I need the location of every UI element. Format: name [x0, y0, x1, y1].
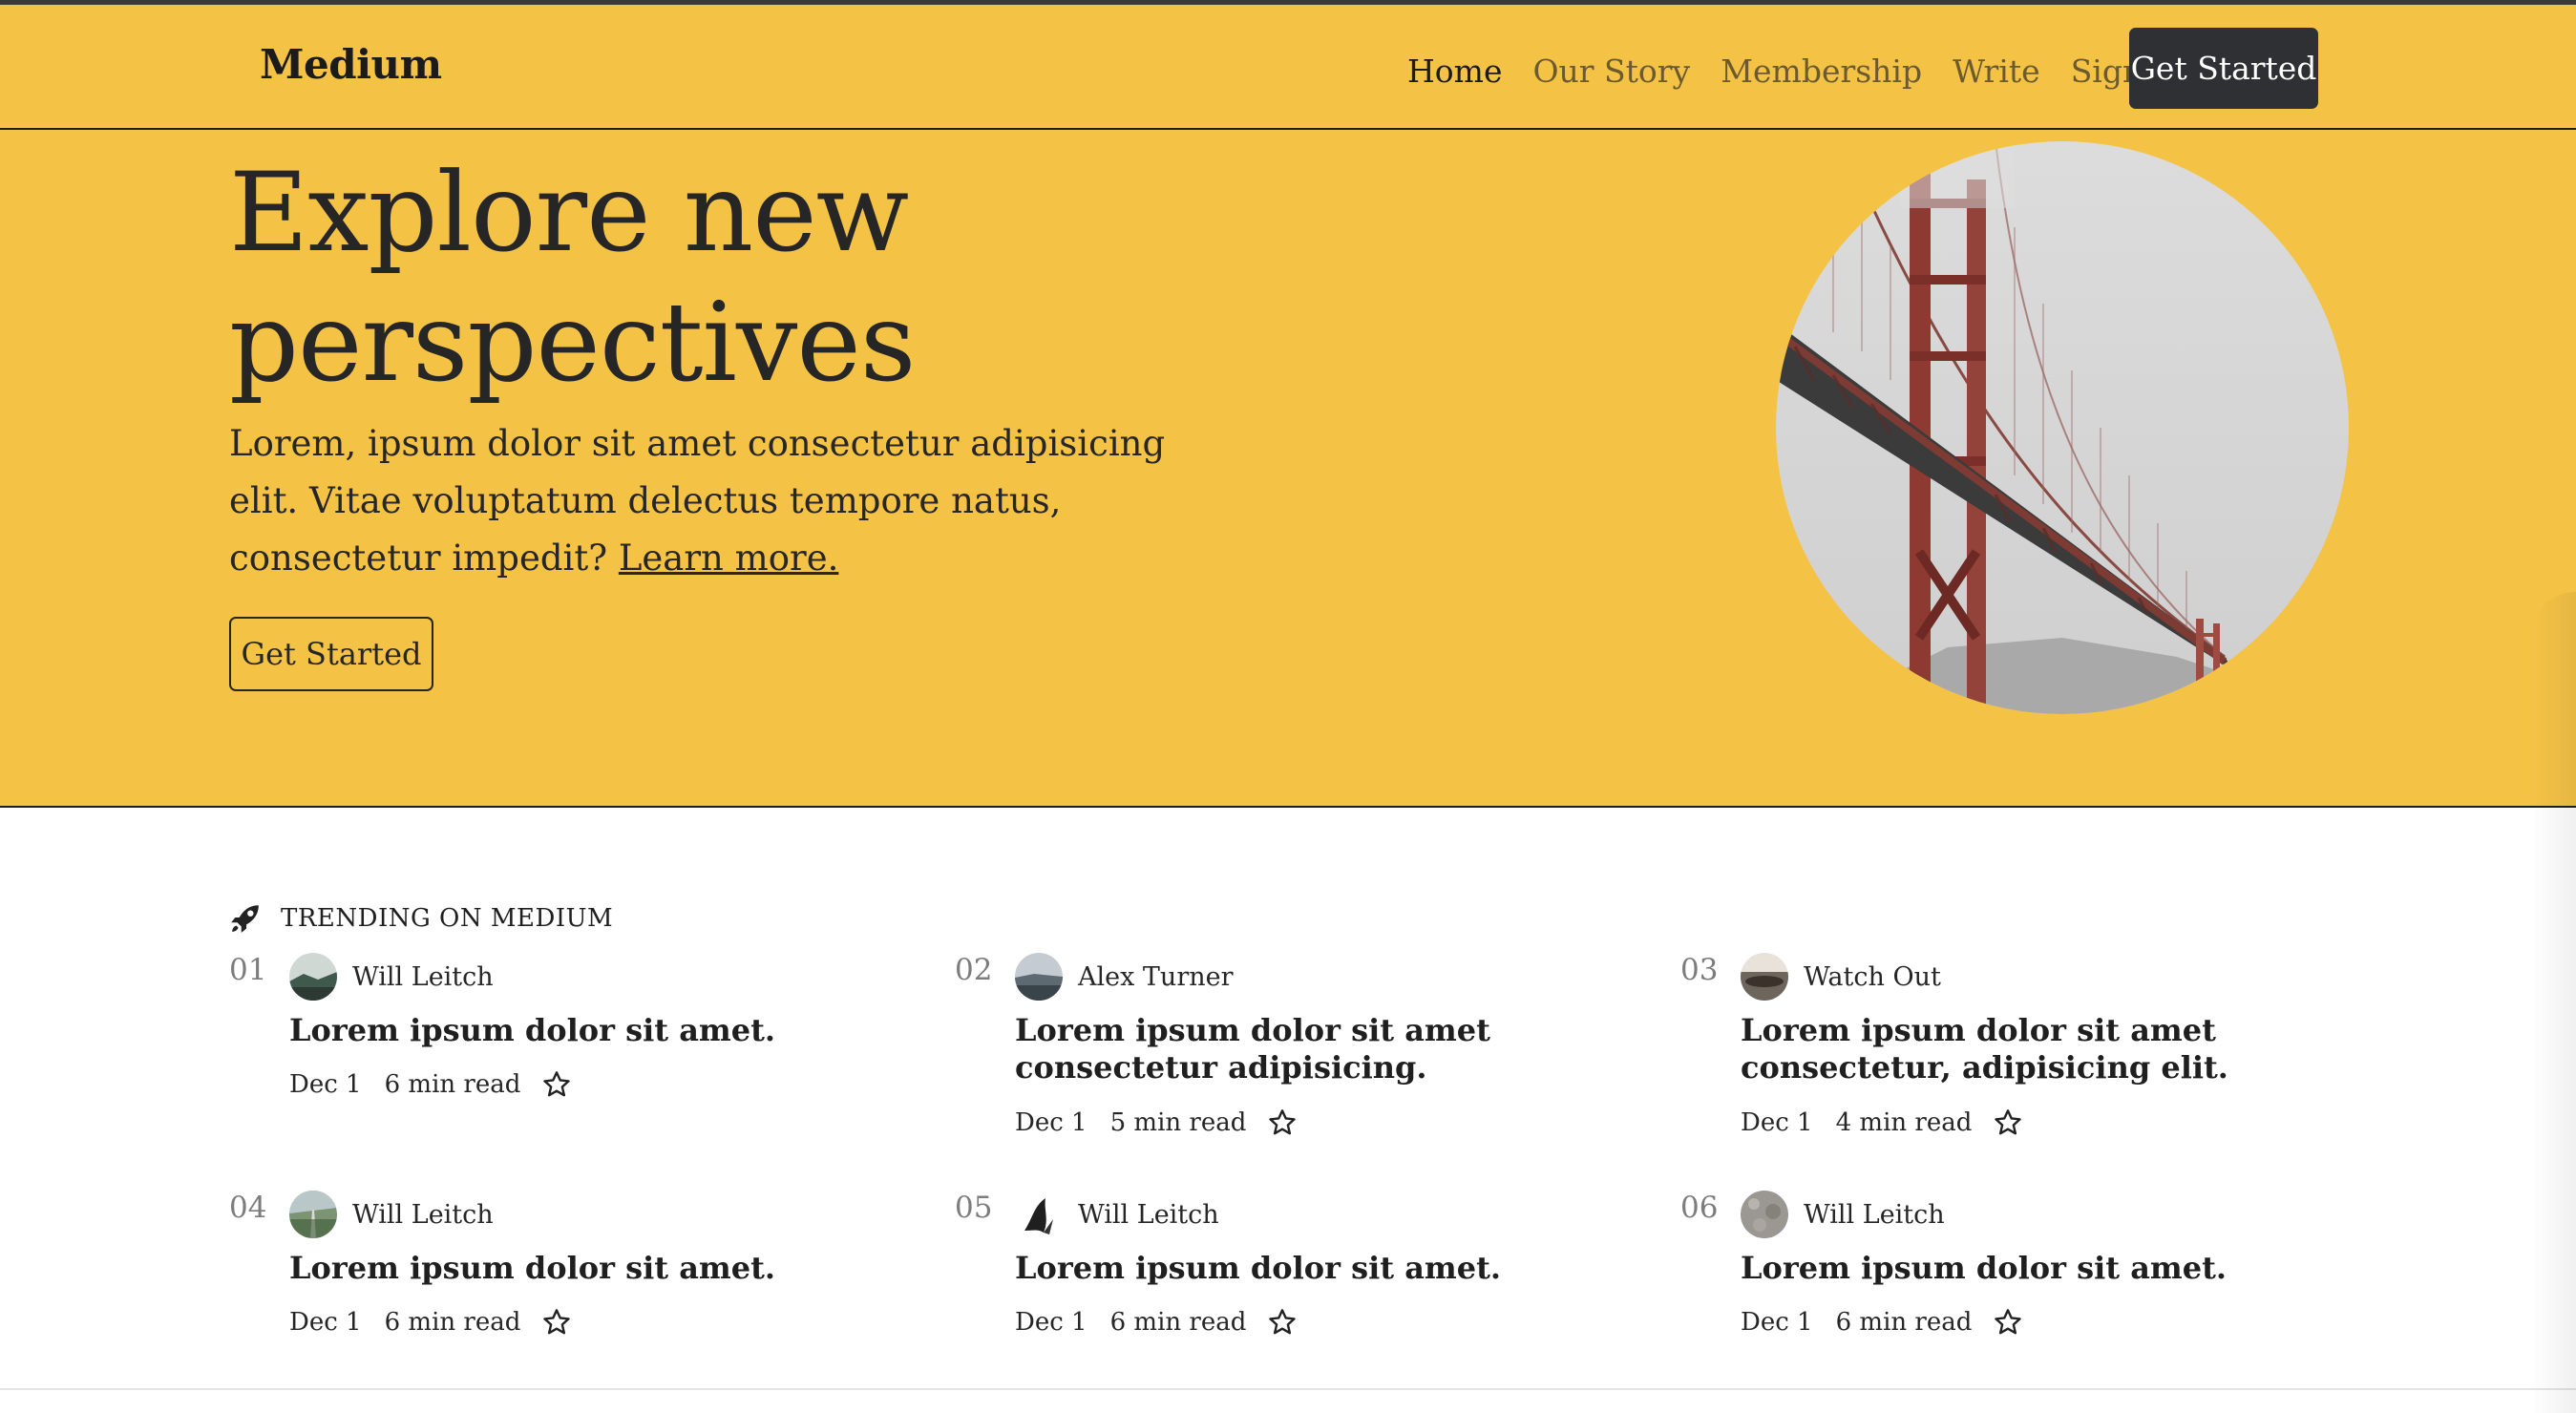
- read-time: 6 min read: [1109, 1308, 1247, 1337]
- bookmark-star-icon[interactable]: [1267, 1107, 1298, 1138]
- article-title[interactable]: Lorem ipsum dolor sit amet.: [289, 1250, 919, 1287]
- avatar[interactable]: [1741, 1191, 1788, 1238]
- section-divider: [0, 1388, 2576, 1390]
- hero-description: Lorem, ipsum dolor sit amet consectetur …: [229, 415, 1241, 587]
- read-time: 4 min read: [1835, 1108, 1973, 1137]
- hero-title: Explore new perspectives: [229, 148, 1184, 408]
- trending-number: 06: [1680, 1191, 1719, 1225]
- bookmark-star-icon[interactable]: [541, 1307, 572, 1338]
- trending-number: 03: [1680, 953, 1719, 987]
- author-name[interactable]: Alex Turner: [1078, 962, 1234, 992]
- article-date: Dec 1: [1015, 1108, 1087, 1137]
- read-time: 6 min read: [384, 1070, 521, 1099]
- read-time: 5 min read: [1109, 1108, 1247, 1137]
- bookmark-star-icon[interactable]: [1993, 1307, 2023, 1338]
- avatar[interactable]: [289, 953, 337, 1001]
- author-row: Will Leitch: [1741, 1191, 1945, 1238]
- trending-label: TRENDING ON MEDIUM: [281, 904, 614, 933]
- hero-section: Medium Home Our Story Membership Write S…: [0, 5, 2576, 808]
- hero-title-line2: perspectives: [229, 279, 916, 406]
- author-name[interactable]: Watch Out: [1804, 962, 1941, 992]
- author-row: Will Leitch: [1015, 1191, 1219, 1238]
- author-row: Alex Turner: [1015, 953, 1234, 1001]
- nav-links: Home Our Story Membership Write Sign In: [1407, 47, 2216, 95]
- author-row: Will Leitch: [289, 953, 494, 1001]
- bookmark-star-icon[interactable]: [1267, 1307, 1298, 1338]
- rocket-icon: [231, 905, 259, 933]
- nav-link-home[interactable]: Home: [1407, 53, 1502, 90]
- author-row: Watch Out: [1741, 953, 1941, 1001]
- brand-logo[interactable]: Medium: [260, 41, 442, 88]
- article-meta: Dec 1 5 min read: [1015, 1106, 1298, 1140]
- trending-number: 05: [955, 1191, 993, 1225]
- article-date: Dec 1: [1741, 1108, 1813, 1137]
- article-date: Dec 1: [1015, 1308, 1087, 1337]
- navbar: Medium Home Our Story Membership Write S…: [0, 5, 2576, 130]
- trending-number: 04: [229, 1191, 267, 1225]
- article-meta: Dec 1 6 min read: [289, 1305, 572, 1339]
- article-date: Dec 1: [289, 1308, 362, 1337]
- golden-gate-bridge-image: [1776, 141, 2349, 714]
- bookmark-star-icon[interactable]: [1993, 1107, 2023, 1138]
- author-name[interactable]: Will Leitch: [1078, 1200, 1219, 1230]
- nav-get-started-button[interactable]: Get Started: [2129, 28, 2318, 109]
- author-name[interactable]: Will Leitch: [352, 1200, 494, 1230]
- read-time: 6 min read: [384, 1308, 521, 1337]
- article-title[interactable]: Lorem ipsum dolor sit amet.: [289, 1012, 919, 1049]
- article-date: Dec 1: [289, 1070, 362, 1099]
- author-name[interactable]: Will Leitch: [1804, 1200, 1945, 1230]
- article-meta: Dec 1 4 min read: [1741, 1106, 2023, 1140]
- article-title[interactable]: Lorem ipsum dolor sit amet consectetur, …: [1741, 1012, 2371, 1086]
- nav-link-our-story[interactable]: Our Story: [1532, 53, 1690, 90]
- scroll-shadow: [2530, 592, 2576, 1413]
- avatar[interactable]: [1015, 1191, 1063, 1238]
- trending-header: TRENDING ON MEDIUM: [229, 899, 613, 938]
- trending-number: 02: [955, 953, 993, 987]
- nav-link-write[interactable]: Write: [1953, 53, 2040, 90]
- nav-link-membership[interactable]: Membership: [1721, 53, 1922, 90]
- avatar[interactable]: [289, 1191, 337, 1238]
- read-time: 6 min read: [1835, 1308, 1973, 1337]
- learn-more-link[interactable]: Learn more.: [619, 538, 839, 579]
- article-title[interactable]: Lorem ipsum dolor sit amet.: [1015, 1250, 1645, 1287]
- trending-number: 01: [229, 953, 267, 987]
- article-meta: Dec 1 6 min read: [289, 1067, 572, 1102]
- avatar[interactable]: [1741, 953, 1788, 1001]
- author-row: Will Leitch: [289, 1191, 494, 1238]
- article-meta: Dec 1 6 min read: [1741, 1305, 2023, 1339]
- article-meta: Dec 1 6 min read: [1015, 1305, 1298, 1339]
- article-title[interactable]: Lorem ipsum dolor sit amet.: [1741, 1250, 2371, 1287]
- author-name[interactable]: Will Leitch: [352, 962, 494, 992]
- article-title[interactable]: Lorem ipsum dolor sit amet consectetur a…: [1015, 1012, 1645, 1086]
- hero-title-line1: Explore new: [229, 149, 909, 276]
- bookmark-star-icon[interactable]: [541, 1069, 572, 1100]
- avatar[interactable]: [1015, 953, 1063, 1001]
- hero-get-started-button[interactable]: Get Started: [229, 617, 433, 691]
- article-date: Dec 1: [1741, 1308, 1813, 1337]
